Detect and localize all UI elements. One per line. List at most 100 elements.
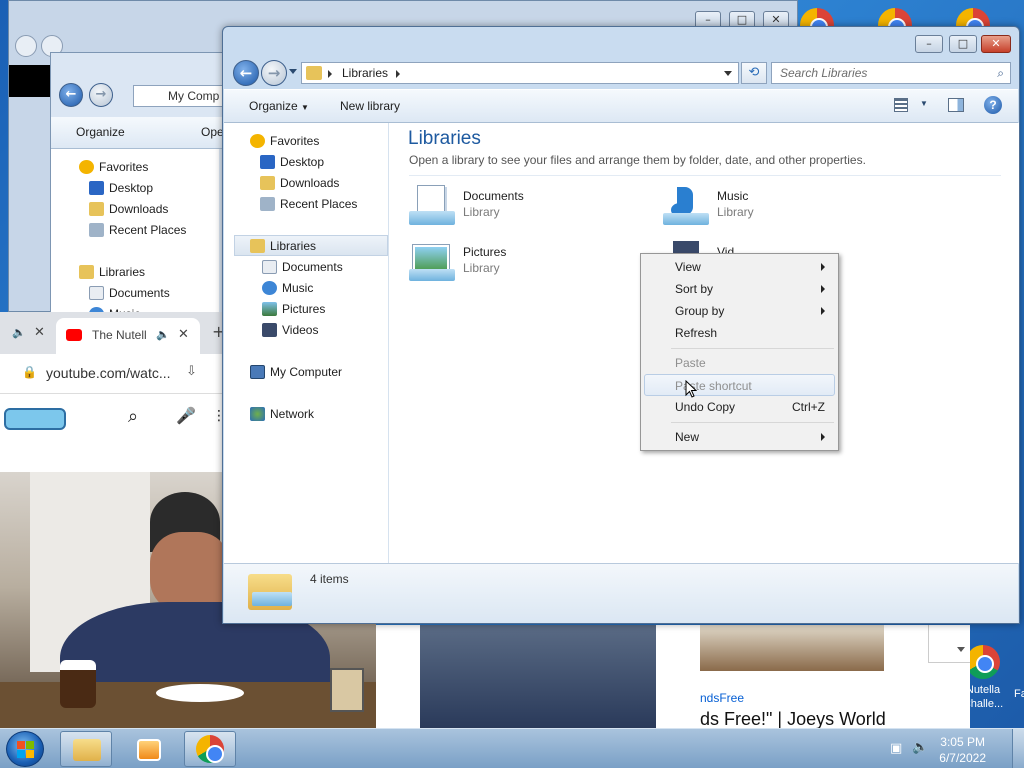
- mute-icon[interactable]: 🔈: [156, 328, 170, 341]
- preview-pane-icon[interactable]: [948, 98, 964, 112]
- chrome-icon: [966, 645, 1000, 679]
- browser-window: 🔈 ✕ The Nutell 🔈 ✕ + 🔒 youtube.com/watc.…: [0, 312, 226, 472]
- nav-desktop[interactable]: Desktop: [280, 152, 324, 172]
- title-bar[interactable]: – □ ✕: [223, 27, 1019, 59]
- menu-item-label: Refresh: [675, 326, 718, 340]
- library-type: Library: [717, 205, 754, 219]
- network-tray-icon[interactable]: ▣: [890, 741, 902, 756]
- browser-tabstrip: 🔈 ✕ The Nutell 🔈 ✕ +: [0, 312, 225, 354]
- scroll-down-icon[interactable]: [928, 625, 970, 663]
- clock[interactable]: 3:05 PM 6/7/2022: [939, 734, 986, 766]
- menu-item-view[interactable]: View: [644, 256, 835, 278]
- recent-pages-chevron-icon[interactable]: [289, 69, 297, 74]
- menu-item-paste[interactable]: Paste: [644, 352, 835, 374]
- breadcrumb-libraries[interactable]: Libraries: [342, 63, 388, 83]
- music-library-icon: [663, 183, 709, 229]
- view-options-chevron-icon[interactable]: ▼: [920, 99, 928, 108]
- search-input[interactable]: Search Libraries ⌕: [771, 62, 1011, 84]
- nav-recent-places[interactable]: Recent Places: [109, 220, 186, 240]
- library-name: Music: [717, 189, 749, 203]
- taskbar-media-player-button[interactable]: [122, 731, 174, 767]
- change-view-icon[interactable]: [894, 98, 908, 112]
- submenu-arrow-icon: [821, 285, 825, 293]
- youtube-icon: [66, 329, 82, 341]
- address-dropdown-icon[interactable]: [724, 71, 732, 76]
- nav-downloads[interactable]: Downloads: [109, 199, 168, 219]
- nav-recent-places[interactable]: Recent Places: [280, 194, 357, 214]
- install-icon[interactable]: ⇩: [186, 364, 197, 379]
- clock-date: 6/7/2022: [939, 751, 986, 765]
- forward-arrow-icon[interactable]: →: [261, 60, 287, 86]
- close-tab-icon[interactable]: ✕: [34, 325, 45, 340]
- microphone-icon[interactable]: 🎤: [176, 406, 196, 425]
- taskbar-chrome-button[interactable]: [184, 731, 236, 767]
- close-tab-icon[interactable]: ✕: [178, 327, 189, 342]
- page-title: Libraries: [408, 128, 481, 149]
- page-description: Open a library to see your files and arr…: [409, 153, 866, 167]
- libraries-folder-icon: [306, 66, 322, 80]
- taskbar-explorer-button[interactable]: [60, 731, 112, 767]
- related-thumbnail[interactable]: [420, 625, 656, 728]
- plate: [156, 684, 244, 702]
- nav-my-computer[interactable]: My Computer: [270, 362, 342, 382]
- menu-item-group-by[interactable]: Group by: [644, 300, 835, 322]
- nav-pictures[interactable]: Pictures: [282, 299, 325, 319]
- menu-item-refresh[interactable]: Refresh: [644, 322, 835, 344]
- back-address-bar[interactable]: My Comp: [133, 85, 231, 107]
- nav-documents[interactable]: Documents: [109, 283, 170, 303]
- lock-icon[interactable]: 🔒: [22, 365, 37, 379]
- channel-logo[interactable]: [4, 408, 66, 430]
- url-field[interactable]: youtube.com/watc...: [46, 365, 171, 381]
- related-channel[interactable]: ndsFree: [700, 691, 744, 705]
- refresh-icon[interactable]: ⟲: [741, 62, 767, 84]
- library-music[interactable]: Music Library: [663, 183, 883, 233]
- back-arrow-icon[interactable]: ←: [59, 83, 83, 107]
- mute-icon[interactable]: 🔈: [12, 326, 26, 339]
- menu-item-new[interactable]: New: [644, 426, 835, 448]
- breadcrumb-arrow-icon[interactable]: [396, 70, 400, 78]
- minimize-button[interactable]: –: [915, 35, 943, 53]
- nav-libraries[interactable]: Libraries: [99, 262, 145, 282]
- nav-libraries[interactable]: Libraries: [270, 236, 316, 256]
- library-documents[interactable]: Documents Library: [409, 183, 629, 233]
- nav-favorites[interactable]: Favorites: [270, 131, 319, 151]
- breadcrumb-arrow-icon[interactable]: [328, 70, 332, 78]
- browser-toolbar: 🔒 youtube.com/watc... ⇩: [0, 354, 225, 394]
- menu-item-sort-by[interactable]: Sort by: [644, 278, 835, 300]
- close-button[interactable]: ✕: [981, 35, 1011, 53]
- nav-desktop[interactable]: Desktop: [109, 178, 153, 198]
- organize-label: Organize: [249, 99, 298, 113]
- channel-badge: [330, 668, 364, 712]
- nav-videos[interactable]: Videos: [282, 320, 318, 340]
- taskbar: ▣ 🔈 3:05 PM 6/7/2022: [0, 728, 1024, 768]
- organize-button[interactable]: Organize ▼: [249, 99, 309, 113]
- nav-music[interactable]: Music: [282, 278, 313, 298]
- organize-button[interactable]: Organize: [76, 125, 125, 139]
- search-icon[interactable]: ⌕: [128, 406, 138, 427]
- menu-item-paste-shortcut[interactable]: Paste shortcut: [644, 374, 835, 396]
- menu-item-label: Paste: [675, 356, 706, 370]
- nav-downloads[interactable]: Downloads: [280, 173, 339, 193]
- help-icon[interactable]: ?: [984, 96, 1002, 114]
- new-library-button[interactable]: New library: [340, 99, 400, 113]
- back-arrow-icon[interactable]: ←: [233, 60, 259, 86]
- library-name: Documents: [463, 189, 524, 203]
- related-title[interactable]: ds Free!" | Joeys World: [700, 709, 886, 730]
- related-thumbnail[interactable]: [700, 625, 884, 671]
- menu-separator: [671, 422, 834, 423]
- nav-network[interactable]: Network: [270, 404, 314, 424]
- computer-icon: [250, 365, 265, 379]
- maximize-button[interactable]: □: [949, 35, 977, 53]
- volume-icon[interactable]: 🔈: [912, 740, 928, 755]
- forward-arrow-icon[interactable]: →: [89, 83, 113, 107]
- downloads-icon: [89, 202, 104, 216]
- nav-favorites[interactable]: Favorites: [99, 157, 148, 177]
- show-desktop-button[interactable]: [1012, 729, 1024, 768]
- tab-nutella[interactable]: The Nutell 🔈 ✕: [56, 318, 200, 354]
- nutella-jar: [60, 660, 96, 708]
- start-button[interactable]: [6, 731, 44, 767]
- nav-documents[interactable]: Documents: [282, 257, 343, 277]
- menu-item-undo-copy[interactable]: Undo Copy Ctrl+Z: [644, 396, 835, 418]
- address-bar[interactable]: Libraries: [301, 62, 739, 84]
- library-pictures[interactable]: Pictures Library: [409, 239, 629, 289]
